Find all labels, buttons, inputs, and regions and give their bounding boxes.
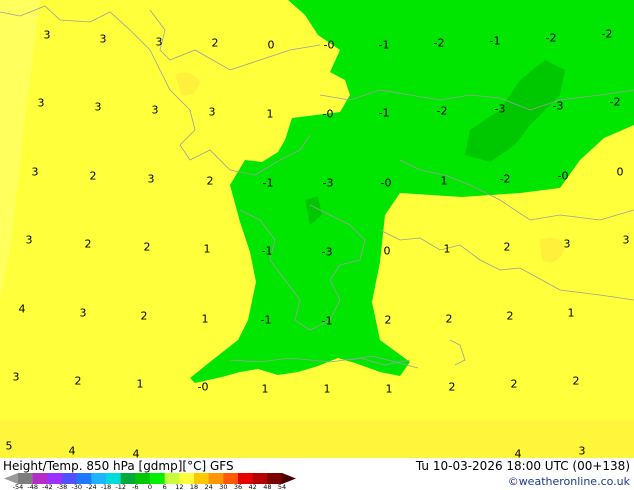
temperature-label: 5	[5, 439, 13, 453]
temperature-label: 3	[12, 370, 20, 384]
temperature-label: 3	[151, 103, 159, 117]
color-scale-tick: -30	[71, 483, 82, 490]
temperature-label: 3	[208, 105, 216, 119]
temperature-label: 3	[79, 306, 87, 320]
temperature-label: -2	[609, 95, 621, 109]
color-scale-tick: -48	[27, 483, 38, 490]
temperature-label: -0	[323, 38, 335, 52]
temperature-label: 2	[89, 169, 97, 183]
temperature-label: 2	[445, 312, 453, 326]
temperature-label: 4	[68, 444, 76, 458]
temperature-label: 3	[99, 32, 107, 46]
temperature-label: -2	[436, 104, 448, 118]
color-scale-tick: 24	[204, 483, 213, 490]
temperature-label: -2	[433, 36, 445, 50]
temperature-label: 1	[443, 242, 451, 256]
temperature-map	[0, 0, 634, 458]
color-scale-tick: 48	[263, 483, 272, 490]
temperature-label: 1	[385, 382, 393, 396]
color-scale-tick: 12	[175, 483, 184, 490]
temperature-label: 3	[25, 233, 33, 247]
temperature-label: 2	[572, 374, 580, 388]
map-page: 3 3 3 2 0 -0 -1 -2 -1 -2 -2 3 3 3 3 1 -0 -1 -2 -3 -3 -2 3 2 3 2 -1…	[0, 0, 634, 490]
temperature-label: 1	[440, 174, 448, 188]
temperature-label: -0	[322, 107, 334, 121]
temperature-label: -2	[601, 27, 613, 41]
temperature-label: -0	[380, 176, 392, 190]
color-scale-tick: -12	[115, 483, 126, 490]
light-yellow-zone-south	[0, 420, 634, 458]
temperature-label: 2	[74, 374, 82, 388]
temperature-label: -1	[260, 313, 272, 327]
temperature-label: -1	[489, 34, 501, 48]
temperature-label: 2	[384, 313, 392, 327]
temperature-label: -1	[261, 244, 273, 258]
temperature-label: 3	[37, 96, 45, 110]
temperature-label: -1	[262, 176, 274, 190]
temperature-label: 1	[261, 382, 269, 396]
temperature-label: -1	[378, 38, 390, 52]
temperature-label: 3	[31, 165, 39, 179]
temperature-label: 2	[506, 309, 514, 323]
color-scale-tick: -42	[42, 483, 53, 490]
temperature-label: 1	[323, 382, 331, 396]
color-scale-tick: -18	[100, 483, 112, 490]
temperature-label: 2	[503, 240, 511, 254]
temperature-label: -3	[321, 245, 333, 259]
color-scale-tick: 0	[147, 483, 153, 490]
color-scale-tick: -38	[56, 483, 68, 490]
temperature-label: 1	[567, 306, 575, 320]
temperature-label: 1	[136, 377, 144, 391]
temperature-label: -1	[378, 106, 390, 120]
temperature-label: 2	[510, 377, 518, 391]
color-scale-tick: 42	[248, 483, 257, 490]
color-scale-tick: -24	[86, 483, 97, 490]
temperature-label: -2	[499, 172, 511, 186]
color-scale-tick: 6	[162, 483, 167, 490]
temperature-label: 2	[206, 174, 214, 188]
temperature-label: 0	[616, 165, 624, 179]
valid-time: Tu 10-03-2026 18:00 UTC (00+138)	[415, 459, 630, 473]
temperature-label: -1	[321, 314, 333, 328]
temperature-label: 0	[383, 244, 391, 258]
temperature-label: 1	[266, 107, 274, 121]
credit-link[interactable]: ©weatheronline.co.uk	[508, 475, 630, 488]
temperature-label: -0	[557, 169, 569, 183]
temperature-label: 3	[622, 233, 630, 247]
temperature-label: 1	[201, 312, 209, 326]
temperature-label: -3	[494, 102, 506, 116]
color-scale-tick: 36	[233, 483, 243, 490]
temperature-label: 3	[563, 237, 571, 251]
temperature-label: -3	[552, 99, 564, 113]
temperature-label: -0	[197, 380, 209, 394]
temperature-label: -2	[545, 31, 557, 45]
temperature-label: 2	[448, 380, 456, 394]
temperature-label: 3	[147, 172, 155, 186]
temperature-label: 2	[140, 309, 148, 323]
temperature-label: 3	[578, 444, 586, 458]
color-scale-tick: 54	[277, 483, 287, 490]
temperature-label: 2	[143, 240, 151, 254]
temperature-label: -3	[322, 176, 334, 190]
temperature-label: 1	[203, 242, 211, 256]
color-scale-tick: 18	[189, 483, 199, 490]
color-scale-tick: 30	[219, 483, 228, 490]
map-footer: Height/Temp. 850 hPa [gdmp][°C] GFS Tu 1…	[0, 458, 634, 490]
temperature-label: 2	[84, 237, 92, 251]
temperature-label: 4	[18, 302, 26, 316]
temperature-label: 3	[43, 28, 51, 42]
temperature-label: 3	[94, 100, 102, 114]
temperature-label: 2	[211, 36, 219, 50]
temperature-label: 0	[267, 38, 275, 52]
color-scale-tick: -6	[132, 483, 139, 490]
map-title: Height/Temp. 850 hPa [gdmp][°C] GFS	[3, 459, 234, 473]
temperature-label: 3	[155, 35, 163, 49]
color-scale-tick: -54	[12, 483, 24, 490]
